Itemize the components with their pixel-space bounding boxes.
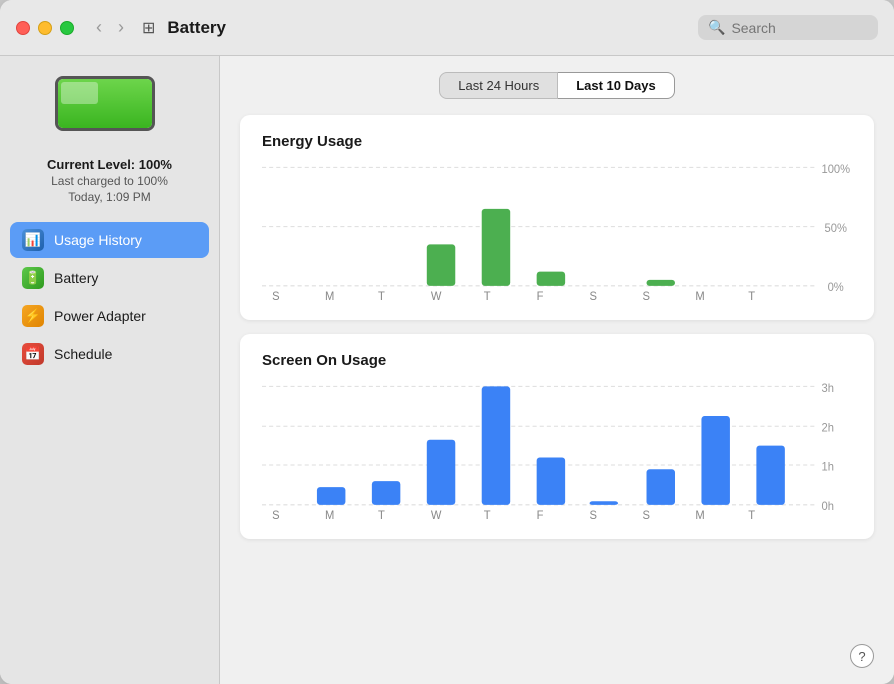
svg-text:T: T — [378, 510, 385, 521]
search-bar[interactable]: 🔍 — [698, 15, 878, 40]
maximize-button[interactable] — [60, 21, 74, 35]
svg-text:S: S — [642, 291, 650, 302]
titlebar: ‹ › ⊞ Battery 🔍 — [0, 0, 894, 56]
power-label: Power Adapter — [54, 308, 146, 324]
minimize-button[interactable] — [38, 21, 52, 35]
usage-history-icon: 📊 — [22, 229, 44, 251]
battery-label: Battery — [54, 270, 98, 286]
svg-text:S: S — [272, 510, 280, 521]
svg-text:T: T — [484, 291, 491, 302]
svg-text:M: M — [695, 510, 704, 521]
svg-text:M: M — [325, 291, 334, 302]
svg-text:T: T — [748, 510, 755, 521]
battery-tip — [154, 94, 155, 114]
svg-text:T: T — [378, 291, 385, 302]
traffic-lights — [16, 21, 74, 35]
battery-shine — [61, 82, 99, 104]
sidebar-item-battery[interactable]: 🔋 Battery — [10, 260, 209, 296]
battery-fill — [58, 79, 152, 128]
svg-text:0h: 0h — [821, 501, 833, 513]
svg-text:S: S — [272, 291, 280, 302]
screen-chart-title: Screen On Usage — [262, 352, 852, 369]
svg-text:100%: 100% — [821, 164, 850, 176]
screen-chart-panel: Screen On Usage 3h 2h 1h 0h — [240, 334, 874, 539]
svg-text:3h: 3h — [821, 383, 833, 395]
tab-last-10d[interactable]: Last 10 Days — [558, 72, 675, 99]
forward-button[interactable]: › — [112, 15, 130, 40]
battery-outer — [55, 76, 155, 131]
battery-charged: Last charged to 100% — [51, 174, 168, 188]
svg-text:W: W — [431, 291, 442, 302]
screen-chart-area: 3h 2h 1h 0h — [262, 381, 852, 521]
search-icon: 🔍 — [708, 19, 725, 36]
svg-text:0%: 0% — [828, 282, 844, 294]
svg-text:T: T — [748, 291, 755, 302]
right-panel: Last 24 Hours Last 10 Days Energy Usage … — [220, 56, 894, 684]
battery-time: Today, 1:09 PM — [68, 190, 151, 204]
energy-chart-title: Energy Usage — [262, 133, 852, 150]
svg-text:1h: 1h — [821, 461, 833, 473]
close-button[interactable] — [16, 21, 30, 35]
schedule-label: Schedule — [54, 346, 112, 362]
sidebar: Current Level: 100% Last charged to 100%… — [0, 56, 220, 684]
sidebar-item-power-adapter[interactable]: ⚡ Power Adapter — [10, 298, 209, 334]
main-window: ‹ › ⊞ Battery 🔍 Current Level: 100% Last — [0, 0, 894, 684]
screen-chart-svg: 3h 2h 1h 0h — [262, 381, 852, 521]
battery-level: Current Level: 100% — [47, 157, 172, 172]
window-title: Battery — [167, 18, 698, 38]
sidebar-item-usage-history[interactable]: 📊 Usage History — [10, 222, 209, 258]
grid-icon[interactable]: ⊞ — [142, 18, 155, 38]
nav-buttons: ‹ › — [90, 15, 130, 40]
svg-text:S: S — [590, 291, 598, 302]
usage-history-label: Usage History — [54, 232, 142, 248]
svg-text:S: S — [642, 510, 650, 521]
energy-chart-panel: Energy Usage 100% 50% 0% — [240, 115, 874, 320]
energy-chart-svg: 100% 50% 0% — [262, 162, 852, 302]
svg-text:F: F — [537, 291, 544, 302]
svg-text:50%: 50% — [825, 223, 847, 235]
svg-text:S: S — [590, 510, 598, 521]
svg-text:M: M — [325, 510, 334, 521]
sidebar-menu: 📊 Usage History 🔋 Battery ⚡ Power Adapte… — [0, 222, 219, 374]
sidebar-item-schedule[interactable]: 📅 Schedule — [10, 336, 209, 372]
back-button[interactable]: ‹ — [90, 15, 108, 40]
energy-chart-area: 100% 50% 0% — [262, 162, 852, 302]
help-button[interactable]: ? — [850, 644, 874, 668]
tab-last-24h[interactable]: Last 24 Hours — [439, 72, 558, 99]
svg-text:2h: 2h — [821, 422, 833, 434]
search-input[interactable] — [731, 20, 861, 36]
tab-bar: Last 24 Hours Last 10 Days — [240, 72, 874, 99]
schedule-icon: 📅 — [22, 343, 44, 365]
main-content: Current Level: 100% Last charged to 100%… — [0, 56, 894, 684]
svg-text:M: M — [695, 291, 704, 302]
power-icon: ⚡ — [22, 305, 44, 327]
svg-text:F: F — [537, 510, 544, 521]
battery-icon: 🔋 — [22, 267, 44, 289]
svg-text:T: T — [484, 510, 491, 521]
battery-icon-container — [55, 76, 165, 141]
svg-text:W: W — [431, 510, 442, 521]
